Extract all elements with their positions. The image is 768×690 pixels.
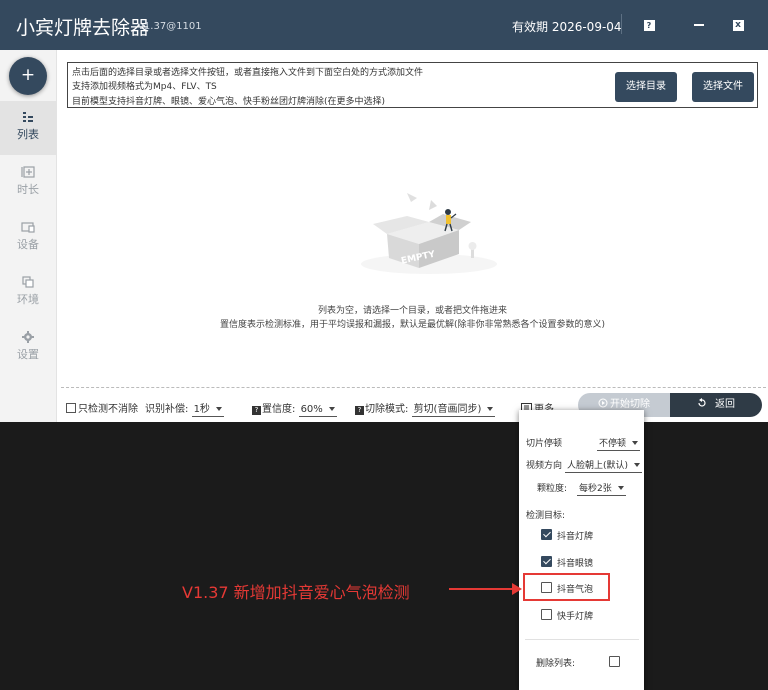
- device-icon: [21, 222, 35, 233]
- direction-label: 视频方向: [526, 461, 563, 471]
- detect-only-checkbox[interactable]: 只检测不消除: [66, 400, 138, 415]
- sidebar-item-environment[interactable]: 环境: [0, 266, 56, 320]
- recog-select[interactable]: 1秒: [191, 400, 224, 417]
- gear-icon: [22, 331, 34, 343]
- granularity-label: 颗粒度:: [537, 484, 568, 494]
- close-icon: x: [732, 19, 744, 31]
- slice-label: 切片停顿: [526, 439, 563, 449]
- empty-box-illustration: EMPTY: [361, 193, 497, 274]
- targets-label: 检测目标:: [526, 511, 566, 521]
- sidebar: + 列表 时长 设备 环境 设置: [0, 50, 57, 422]
- select-file-button[interactable]: 选择文件: [692, 72, 754, 102]
- target-label: 抖音灯牌: [557, 532, 594, 542]
- back-button[interactable]: 返回: [670, 393, 762, 417]
- recog-compensation: 识别补偿: 1秒: [145, 400, 224, 417]
- sidebar-item-device[interactable]: 设备: [0, 211, 56, 265]
- minimize-icon: [694, 24, 704, 26]
- undo-icon: [698, 398, 706, 407]
- app-version: v1.37@1101: [138, 21, 202, 32]
- close-button[interactable]: x: [730, 17, 746, 33]
- sidebar-item-duration[interactable]: 时长: [0, 156, 56, 210]
- more-options-popup: 切片停顿 不停顿 视频方向 人脸朝上(默认) 颗粒度: 每秒2张 检测目标: 抖…: [519, 410, 644, 690]
- add-button[interactable]: +: [9, 57, 47, 95]
- help-icon: ?: [643, 19, 655, 31]
- main-content: 点击后面的选择目录或者选择文件按钮，或者直接拖入文件到下面空白处的方式添加文件 …: [57, 50, 768, 422]
- chevron-down-icon: [632, 441, 639, 445]
- target-checkbox[interactable]: [541, 556, 552, 567]
- delete-list-label: 删除列表:: [536, 659, 576, 669]
- bottom-toolbar: 只检测不消除 识别补偿: 1秒 ? 置信度: 60% ? 切除模式: 剪切(音画同步…: [61, 387, 766, 422]
- cut-mode-select[interactable]: 剪切(音画同步): [411, 400, 496, 417]
- sidebar-item-label: 时长: [17, 183, 39, 196]
- target-checkbox[interactable]: [541, 529, 552, 540]
- confidence-select[interactable]: 60%: [298, 404, 337, 417]
- expiry-date: 有效期 2026-09-04: [512, 20, 622, 34]
- confidence-label: 置信度:: [262, 404, 296, 415]
- granularity-select[interactable]: 每秒2张: [577, 481, 626, 496]
- select-directory-button[interactable]: 选择目录: [615, 72, 677, 102]
- info-line: 支持添加视频格式为Mp4、FLV、TS: [72, 82, 217, 92]
- list-icon: [23, 112, 33, 122]
- direction-select[interactable]: 人脸朝上(默认): [565, 458, 643, 473]
- sidebar-item-label: 环境: [17, 293, 39, 306]
- minimize-button[interactable]: [691, 17, 707, 33]
- delete-list-checkbox[interactable]: [609, 656, 620, 667]
- detect-only-label: 只检测不消除: [78, 404, 138, 415]
- info-line: 目前模型支持抖音灯牌、眼镜、爱心气泡、快手粉丝团灯牌消除(在更多中选择): [72, 97, 386, 107]
- sidebar-item-list[interactable]: 列表: [0, 101, 56, 155]
- slice-select[interactable]: 不停顿: [597, 436, 641, 451]
- confidence: ? 置信度: 60%: [252, 400, 337, 417]
- info-line: 点击后面的选择目录或者选择文件按钮，或者直接拖入文件到下面空白处的方式添加文件: [72, 68, 424, 78]
- highlight-box: [523, 573, 610, 601]
- titlebar-divider: [621, 14, 622, 34]
- help-button[interactable]: ?: [641, 17, 657, 33]
- cut-mode: ? 切除模式: 剪切(音画同步): [355, 400, 496, 417]
- chevron-down-icon: [215, 407, 222, 411]
- sidebar-item-label: 设置: [17, 348, 39, 361]
- arrow-line: [449, 588, 515, 590]
- help-icon[interactable]: ?: [355, 406, 364, 415]
- app-title: 小宾灯牌去除器: [16, 17, 150, 39]
- chevron-down-icon: [617, 486, 624, 490]
- confidence-hint: 置信度表示检测标准，用于平均误报和漏报，默认是最优解(除非你非常熟悉各个设置参数…: [219, 320, 606, 330]
- environment-icon: [22, 276, 34, 288]
- recog-label: 识别补偿:: [145, 404, 189, 415]
- arrow-head-icon: [512, 583, 522, 595]
- chevron-down-icon: [487, 407, 494, 411]
- app-window: 小宾灯牌去除器 v1.37@1101 有效期 2026-09-04 ? x + …: [0, 0, 768, 422]
- help-icon[interactable]: ?: [252, 406, 261, 415]
- annotation-text: V1.37 新增加抖音爱心气泡检测: [182, 583, 410, 602]
- title-bar: 小宾灯牌去除器 v1.37@1101 有效期 2026-09-04 ? x: [0, 0, 768, 50]
- target-label: 抖音眼镜: [557, 559, 594, 569]
- duration-icon: [21, 166, 35, 178]
- empty-message: 列表为空，请选择一个目录，或者把文件拖进来: [317, 306, 507, 316]
- sidebar-item-label: 设备: [17, 238, 39, 251]
- checkbox-icon: [66, 403, 76, 413]
- sidebar-item-settings[interactable]: 设置: [0, 321, 56, 375]
- divider: [525, 639, 639, 640]
- chevron-down-icon: [634, 463, 641, 467]
- target-label: 快手灯牌: [557, 612, 594, 622]
- cut-mode-label: 切除模式:: [365, 404, 409, 415]
- play-icon: [598, 398, 608, 408]
- target-checkbox[interactable]: [541, 609, 552, 620]
- chevron-down-icon: [328, 407, 335, 411]
- sidebar-item-label: 列表: [17, 128, 39, 141]
